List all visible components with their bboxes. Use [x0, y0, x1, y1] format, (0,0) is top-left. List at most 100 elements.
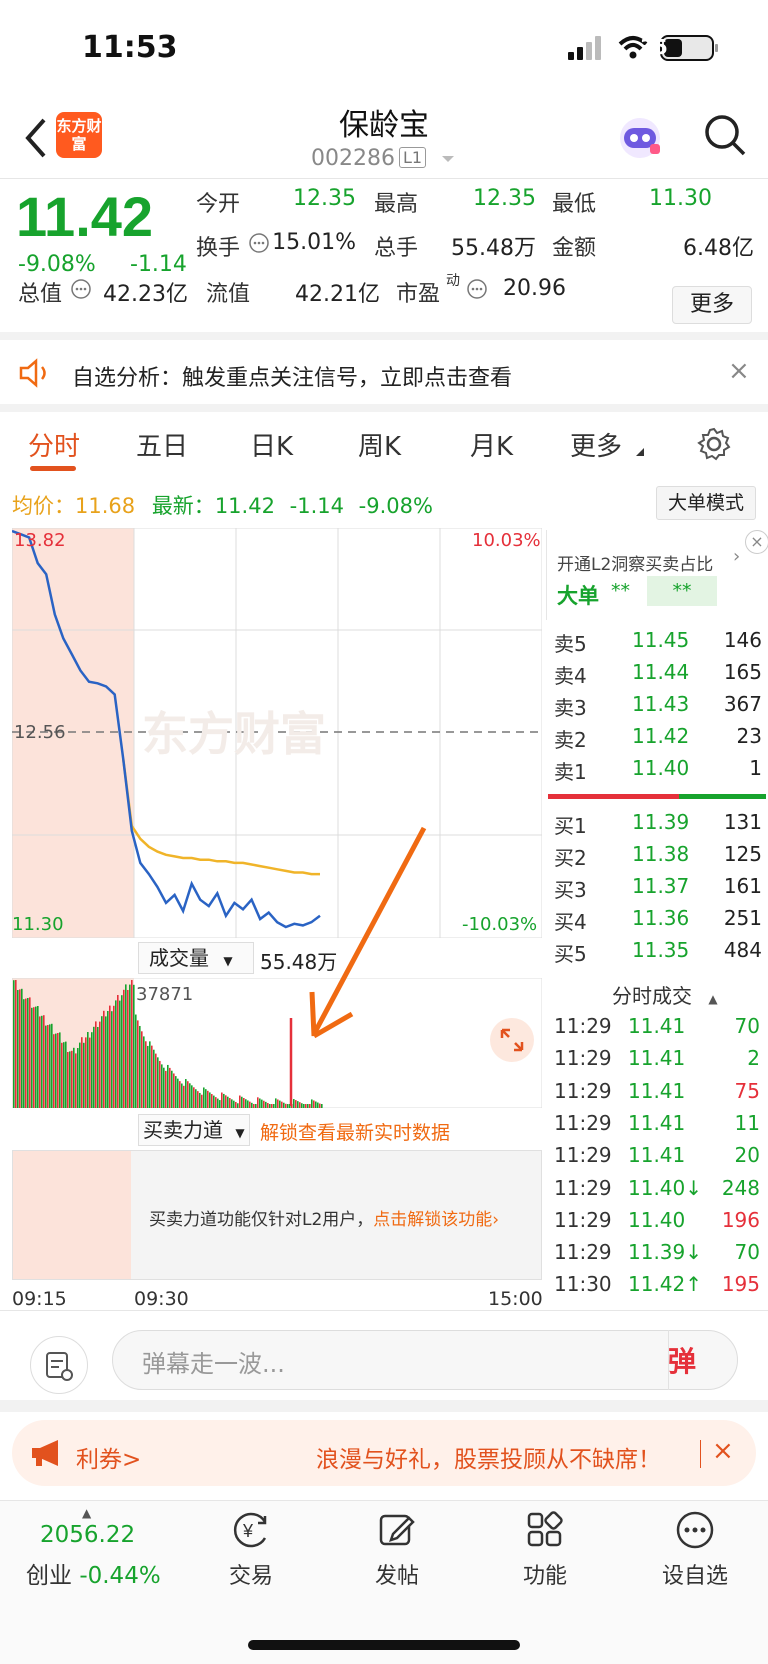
volume-bar [247, 1100, 249, 1108]
banner-close-button[interactable]: × [728, 356, 750, 386]
ratio-bar-ask [548, 794, 679, 799]
info-icon [249, 233, 269, 253]
trade-volume: 195 [721, 1272, 760, 1297]
volume-chart[interactable]: 37871 [12, 978, 542, 1108]
volume-bar [127, 990, 129, 1108]
volume-bar [287, 1104, 289, 1108]
volume-bar [121, 995, 123, 1108]
big-order-mode-button[interactable]: 大单模式 [656, 486, 756, 520]
tab-monthly-k[interactable]: 月K [470, 426, 513, 463]
bid-label: 买2 [554, 846, 587, 870]
volume-bar [219, 1100, 221, 1108]
sort-up-icon: ▲ [708, 992, 718, 1006]
bid-row-4: 买4 11.36 251 [552, 906, 762, 938]
volume-bar [95, 1021, 97, 1108]
avg-label: 均价： [12, 494, 75, 518]
volume-bar [293, 1099, 295, 1108]
nav-add-watchlist[interactable]: 设自选 [640, 1510, 750, 1590]
volume-bar [265, 1101, 267, 1108]
volume-bar [313, 1100, 315, 1108]
tab-five-day[interactable]: 五日 [136, 426, 188, 463]
chart-watermark: 东方财富 [142, 708, 326, 760]
volume-bar [21, 988, 23, 1108]
ask-row-4: 卖4 11.44 165 [552, 660, 762, 692]
stat-label-low: 最低 [552, 192, 597, 217]
trade-row: 11:30 11.42↑ 195 [552, 1272, 762, 1306]
tab-weekly-k[interactable]: 周K [358, 426, 401, 463]
index-change: -0.44% [79, 1563, 161, 1589]
volume-bar [15, 980, 17, 1108]
trades-header[interactable]: 分时成交 ▲ [612, 980, 718, 1009]
caret-up-icon: ▲ [82, 1506, 92, 1520]
grid-icon [527, 1511, 563, 1547]
search-button[interactable] [700, 110, 750, 160]
volume-bar [131, 980, 133, 1108]
volume-bar [311, 1099, 313, 1108]
stat-label-float-cap: 流值 [206, 282, 251, 307]
tab-intraday[interactable]: 分时 [28, 426, 80, 463]
nav-functions[interactable]: 功能 [490, 1510, 600, 1590]
bid-row-1: 买1 11.39 131 [552, 810, 762, 842]
volume-bar [187, 1081, 189, 1108]
assistant-robot-icon[interactable] [614, 112, 666, 164]
volume-bar [141, 1031, 143, 1108]
comment-settings-button[interactable] [30, 1336, 88, 1394]
volume-bar [79, 1042, 81, 1108]
bid-price: 11.37 [632, 874, 690, 898]
stat-value-pe: 20.96 [503, 276, 566, 301]
battery-level: 35 [640, 35, 668, 59]
l2-promo-text[interactable]: 开通L2洞察买卖占比 [557, 550, 713, 575]
volume-bar [101, 1016, 103, 1108]
danmu-send-button[interactable]: 弹 [668, 1340, 696, 1380]
volume-bar [13, 980, 15, 1108]
analysis-banner-text[interactable]: 自选分析：触发重点关注信号，立即点击查看 [72, 360, 512, 392]
comment-list-icon [46, 1352, 73, 1381]
volume-selector[interactable]: 成交量 ▼ [138, 942, 254, 974]
index-ticker[interactable]: 创业 -0.44% [26, 1556, 161, 1590]
ask-price: 11.42 [632, 724, 690, 748]
search-icon [705, 115, 746, 156]
volume-bar [61, 1042, 63, 1108]
order-book-header[interactable]: 开通L2洞察买卖占比 › × 大单 ** ** [546, 530, 768, 620]
volume-bar [207, 1090, 209, 1108]
chevron-right-icon: › [733, 546, 741, 567]
axis-bottom-pct: -10.03% [462, 914, 537, 935]
volume-bar [225, 1095, 227, 1108]
force-unlock-link[interactable]: 解锁查看最新实时数据 [260, 1118, 450, 1145]
bid-label: 买1 [554, 814, 587, 838]
trade-volume: 70 [734, 1014, 760, 1038]
volume-bar [321, 1104, 323, 1108]
volume-bar [29, 997, 31, 1108]
settings-gear-icon[interactable] [696, 426, 732, 462]
more-stats-button[interactable]: 更多 [672, 286, 752, 324]
volume-bar [93, 1026, 95, 1108]
volume-bar [49, 1024, 51, 1108]
promo-text[interactable]: 浪漫与好礼，股票投顾从不缺席！ [316, 1440, 661, 1474]
tab-daily-k[interactable]: 日K [250, 426, 293, 463]
volume-bar [27, 998, 29, 1108]
close-icon[interactable]: × [745, 530, 768, 554]
volume-bar [81, 1037, 83, 1108]
tab-more[interactable]: 更多 [570, 426, 622, 463]
stat-label-market-cap: 总值 [18, 282, 63, 307]
volume-bar [251, 1102, 253, 1108]
volume-bar [197, 1091, 199, 1108]
promo-coupon-link[interactable]: 利券> [76, 1440, 141, 1474]
volume-bar [109, 1005, 111, 1108]
volume-bar [243, 1098, 245, 1108]
volume-bar [105, 1016, 107, 1108]
bid-price: 11.39 [632, 810, 690, 834]
force-unlock-cta[interactable]: 点击解锁该功能 [373, 1210, 492, 1230]
index-value[interactable]: 2056.22 [40, 1522, 135, 1548]
nav-trade[interactable]: ¥ 交易 [196, 1510, 306, 1590]
nav-post[interactable]: 发帖 [342, 1510, 452, 1590]
volume-bar [17, 990, 19, 1108]
force-selector[interactable]: 买卖力道 ▼ [138, 1114, 250, 1146]
volume-bar [309, 1104, 311, 1108]
promo-close-button[interactable]: × [712, 1436, 734, 1466]
volume-bar [19, 989, 21, 1108]
nav-post-label: 发帖 [374, 1564, 419, 1589]
volume-bar [115, 1000, 117, 1108]
intraday-price-chart[interactable]: 东方财富 13.82 10.03% 12.56 11.30 -10.03% [12, 528, 542, 938]
stat-label-open: 今开 [196, 192, 241, 217]
